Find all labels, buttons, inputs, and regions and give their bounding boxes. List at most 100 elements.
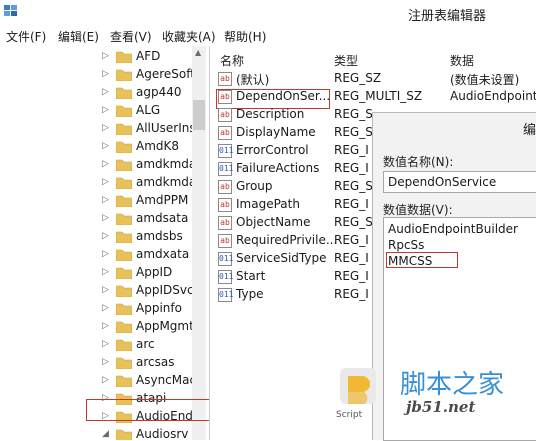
column-data-header[interactable]: 数据 xyxy=(450,52,474,69)
tree-item-label: Audiosrv xyxy=(136,427,189,440)
tree-item[interactable]: ▷ AmdPPM xyxy=(0,192,200,210)
tree-item[interactable]: ▷ AllUserIns xyxy=(0,120,200,138)
value-row[interactable]: ab DependOnSer... REG_MULTI_SZ AudioEndpoin… xyxy=(212,88,536,106)
watermark-script: Script xyxy=(336,410,363,420)
scrollbar-thumb[interactable] xyxy=(193,100,205,130)
tree-scrollbar[interactable]: ▲ xyxy=(192,46,206,440)
value-name: RequiredPrivile... xyxy=(236,233,338,247)
string-value-icon: ab xyxy=(218,216,232,230)
string-value-icon: ab xyxy=(218,108,232,122)
expand-arrow-icon[interactable]: ▷ xyxy=(102,357,109,367)
tree-item[interactable]: ▷ amdkmda xyxy=(0,174,200,192)
folder-icon xyxy=(115,248,133,262)
tree-item[interactable]: ▷ AppIDSvc xyxy=(0,282,200,300)
tree-item[interactable]: ▷ AppMgmt xyxy=(0,318,200,336)
expand-arrow-icon[interactable]: ▷ xyxy=(102,249,109,259)
tree-item[interactable]: ▷ Appinfo xyxy=(0,300,200,318)
value-name: Group xyxy=(236,179,273,193)
string-value-icon: ab xyxy=(218,180,232,194)
value-row[interactable]: ab (默认) REG_SZ (数值未设置) xyxy=(212,70,536,88)
expand-arrow-icon[interactable]: ▷ xyxy=(102,159,109,169)
expand-arrow-icon[interactable]: ▷ xyxy=(102,87,109,97)
registry-tree[interactable]: ▷ AFD ▷ AgereSoft ▷ agp440 ▷ ALG ▷ AllUserIns ▷ Amd… xyxy=(0,46,210,440)
tree-item[interactable]: ▷ AppID xyxy=(0,264,200,282)
tree-item-label: AppMgmt xyxy=(136,319,194,333)
tree-item-label: amdsata xyxy=(136,211,189,225)
watermark-site-name: 脚本之家 xyxy=(400,370,505,400)
tree-item[interactable]: ▷ agp440 xyxy=(0,84,200,102)
tree-item-label: amdsbs xyxy=(136,229,183,243)
expand-arrow-icon[interactable]: ▷ xyxy=(102,69,109,79)
column-name-header[interactable]: 名称 xyxy=(220,52,244,69)
expand-arrow-icon[interactable]: ▷ xyxy=(102,141,109,151)
tree-item[interactable]: ▷ arc xyxy=(0,336,200,354)
tree-item-label: AsyncMac xyxy=(136,373,197,387)
expand-arrow-icon[interactable]: ▷ xyxy=(102,339,109,349)
collapse-arrow-icon[interactable]: ◢ xyxy=(102,429,109,439)
menu-help[interactable]: 帮助(H) xyxy=(224,28,266,45)
folder-icon xyxy=(115,428,133,440)
folder-icon xyxy=(115,104,133,118)
expand-arrow-icon[interactable]: ▷ xyxy=(102,321,109,331)
tree-item[interactable]: ▷ arcsas xyxy=(0,354,200,372)
highlight-mmcss xyxy=(386,252,458,268)
expand-arrow-icon[interactable]: ▷ xyxy=(102,177,109,187)
folder-icon xyxy=(115,212,133,226)
tree-item-label: Appinfo xyxy=(136,301,182,315)
expand-arrow-icon[interactable]: ▷ xyxy=(102,51,109,61)
value-data: AudioEndpointB xyxy=(450,89,536,103)
tree-item-label: AFD xyxy=(136,49,161,63)
tree-item[interactable]: ▷ amdxata xyxy=(0,246,200,264)
tree-item[interactable]: ▷ AgereSoft xyxy=(0,66,200,84)
menu-favorites[interactable]: 收藏夹(A) xyxy=(162,28,216,45)
expand-arrow-icon[interactable]: ▷ xyxy=(102,231,109,241)
column-type-header[interactable]: 类型 xyxy=(334,52,358,69)
menu-edit[interactable]: 编辑(E) xyxy=(58,28,99,45)
value-type: REG_MULTI_SZ xyxy=(334,89,423,103)
expand-arrow-icon[interactable]: ▷ xyxy=(102,267,109,277)
expand-arrow-icon[interactable]: ▷ xyxy=(102,123,109,133)
watermark-url: jb51.net xyxy=(406,398,476,416)
tree-item-label: agp440 xyxy=(136,85,182,99)
tree-item-label: AllUserIns xyxy=(136,121,196,135)
folder-icon xyxy=(115,266,133,280)
tree-item[interactable]: ▷ amdsbs xyxy=(0,228,200,246)
tree-item-label: arc xyxy=(136,337,155,351)
tree-item[interactable]: ▷ amdsata xyxy=(0,210,200,228)
folder-icon xyxy=(115,122,133,136)
value-type: REG_S xyxy=(334,107,373,121)
tree-item[interactable]: ▷ ALG xyxy=(0,102,200,120)
folder-icon xyxy=(115,302,133,316)
value-type: REG_S xyxy=(334,125,373,139)
tree-item[interactable]: ▷ amdkmda xyxy=(0,156,200,174)
expand-arrow-icon[interactable]: ▷ xyxy=(102,195,109,205)
value-data: (数值未设置) xyxy=(450,73,520,87)
value-name: ImagePath xyxy=(236,197,300,211)
tree-item[interactable]: ▷ AsyncMac xyxy=(0,372,200,390)
value-name: Description xyxy=(236,107,305,121)
data-line: RpcSs xyxy=(388,238,425,252)
tree-item[interactable]: ▷ AFD xyxy=(0,48,200,66)
expand-arrow-icon[interactable]: ▷ xyxy=(102,375,109,385)
expand-arrow-icon[interactable]: ▷ xyxy=(102,105,109,115)
string-value-icon: ab xyxy=(218,90,232,104)
value-name-field[interactable]: DependOnService xyxy=(383,171,536,193)
tree-item-label: AmdK8 xyxy=(136,139,180,153)
menu-file[interactable]: 文件(F) xyxy=(6,28,46,45)
value-name: DisplayName xyxy=(236,125,316,139)
scroll-up-arrow-icon[interactable]: ▲ xyxy=(195,48,201,57)
value-name: FailureActions xyxy=(236,161,320,175)
menu-view[interactable]: 查看(V) xyxy=(110,28,152,45)
string-value-icon: ab xyxy=(218,126,232,140)
expand-arrow-icon[interactable]: ▷ xyxy=(102,303,109,313)
folder-icon xyxy=(115,68,133,82)
tree-item[interactable]: ▷ AmdK8 xyxy=(0,138,200,156)
tree-item[interactable]: ◢ Audiosrv xyxy=(0,426,200,440)
folder-icon xyxy=(115,86,133,100)
tree-item-label: AppID xyxy=(136,265,173,279)
expand-arrow-icon[interactable]: ▷ xyxy=(102,213,109,223)
folder-icon xyxy=(115,374,133,388)
value-name-label: 数值名称(N): xyxy=(383,155,454,169)
value-type: REG_I xyxy=(334,161,369,175)
expand-arrow-icon[interactable]: ▷ xyxy=(102,285,109,295)
